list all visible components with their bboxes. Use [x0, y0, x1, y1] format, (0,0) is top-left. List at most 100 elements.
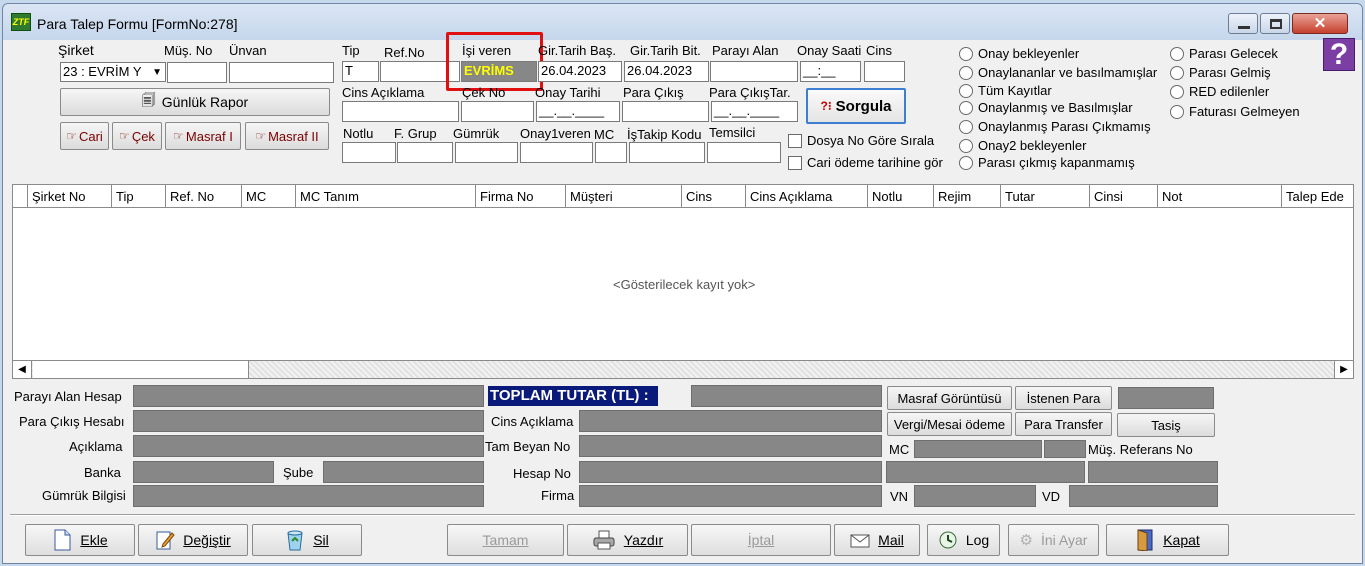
radio-parasi-gelecek[interactable]: Parası Gelecek — [1170, 46, 1278, 61]
parayi-alan-hesap-field — [133, 385, 484, 407]
para-cikis-input[interactable] — [622, 101, 709, 122]
cins-input[interactable] — [864, 61, 905, 82]
para-cikis-tar-value: __.__.____ — [714, 103, 780, 118]
radio-onay2-bekleyenler[interactable]: Onay2 bekleyenler — [959, 138, 1086, 153]
tasis-button[interactable]: Tasiş — [1117, 413, 1215, 437]
radio-onaylanmis-parasi-cikmamis[interactable]: Onaylanmış Parası Çıkmamış — [959, 119, 1151, 134]
vergi-mesai-button[interactable]: Vergi/Mesai ödeme — [887, 412, 1012, 436]
iptal-button[interactable]: İptal — [691, 524, 831, 556]
masraf1-button[interactable]: ☞ Masraf I — [165, 122, 241, 150]
col-ref-no[interactable]: Ref. No — [166, 185, 242, 207]
sirket-select[interactable]: 23 : EVRİM Y ▼ — [60, 62, 166, 82]
f-grup-input[interactable] — [397, 142, 453, 163]
para-cikis-hesabi-label: Para Çıkış Hesabı — [19, 414, 125, 429]
gir-tarih-bit-input[interactable]: 26.04.2023 — [624, 61, 709, 82]
firma-field — [579, 485, 882, 507]
onay-tarihi-input[interactable]: __.__.____ — [536, 101, 620, 122]
col-tutar[interactable]: Tutar — [1001, 185, 1090, 207]
mus-referans-field — [886, 461, 1085, 483]
tamam-button[interactable]: Tamam — [447, 524, 564, 556]
ref-no-label: Ref.No — [384, 45, 425, 60]
col-tip[interactable]: Tip — [112, 185, 166, 207]
radio-circle — [959, 65, 973, 80]
radio-circle — [959, 83, 973, 98]
col-cins-aciklama[interactable]: Cins Açıklama — [746, 185, 868, 207]
cek-no-input[interactable] — [461, 101, 534, 122]
close-button[interactable]: ✕ — [1292, 13, 1348, 34]
radio-onaylanmis-basilmis[interactable]: Onaylanmış ve Basılmışlar — [959, 100, 1133, 115]
horizontal-scrollbar[interactable]: ◀ ▶ — [12, 360, 1354, 379]
radio-faturasi-gelmeyen[interactable]: Faturası Gelmeyen — [1170, 104, 1300, 119]
unvan-label: Ünvan — [229, 43, 267, 58]
onay-saati-input[interactable]: __:__ — [800, 61, 861, 82]
kapat-button[interactable]: Kapat — [1106, 524, 1229, 556]
recycle-bin-icon — [287, 530, 303, 551]
gunluk-rapor-button[interactable]: 🗐 Günlük Rapor — [60, 88, 330, 116]
col-sirket-no[interactable]: Şirket No — [28, 185, 112, 207]
col-cinsi[interactable]: Cinsi — [1090, 185, 1158, 207]
cari-button[interactable]: ☞ Cari — [60, 122, 109, 150]
col-musteri[interactable]: Müşteri — [566, 185, 682, 207]
scroll-left-button[interactable]: ◀ — [13, 361, 32, 378]
ini-ayar-button[interactable]: ⚙ İni Ayar — [1008, 524, 1099, 556]
col-notlu[interactable]: Notlu — [868, 185, 934, 207]
tamam-label: Tamam — [482, 532, 529, 548]
radio-onaylananlar[interactable]: Onaylananlar ve basılmamışlar — [959, 65, 1169, 80]
unvan-input[interactable] — [229, 62, 334, 83]
onay1veren-input[interactable] — [520, 142, 593, 163]
mus-no-input[interactable] — [167, 62, 227, 83]
col-mc-tanim[interactable]: MC Tanım — [296, 185, 476, 207]
temsilci-input[interactable] — [707, 142, 781, 163]
cins-aciklama-input[interactable] — [342, 101, 459, 122]
minimize-button[interactable] — [1228, 13, 1258, 34]
degistir-label: Değiştir — [183, 532, 231, 548]
dosya-no-checkbox[interactable]: Dosya No Göre Sırala — [788, 133, 943, 148]
para-transfer-button[interactable]: Para Transfer — [1015, 412, 1112, 436]
mc-input[interactable] — [595, 142, 627, 163]
masraf-goruntusu-button[interactable]: Masraf Görüntüsü — [887, 386, 1012, 410]
notlu-input[interactable] — [342, 142, 396, 163]
iptal-label: İptal — [747, 532, 775, 548]
maximize-button[interactable] — [1260, 13, 1290, 34]
istenen-para-button[interactable]: İstenen Para — [1015, 386, 1112, 410]
radio-parasi-gelmis[interactable]: Parası Gelmiş — [1170, 65, 1271, 80]
report-icon: 🗐 — [141, 92, 156, 108]
col-mc[interactable]: MC — [242, 185, 296, 207]
col-cins[interactable]: Cins — [682, 185, 746, 207]
parayi-alan-input[interactable] — [710, 61, 798, 82]
radio-circle — [1170, 46, 1184, 61]
cek-button[interactable]: ☞ Çek — [112, 122, 162, 150]
scroll-thumb[interactable] — [33, 361, 249, 378]
cari-odeme-checkbox[interactable]: Cari ödeme tarihine gör — [788, 155, 956, 170]
radio-parasi-cikmis[interactable]: Parası çıkmış kapanmamış — [959, 155, 1135, 170]
scroll-right-button[interactable]: ▶ — [1334, 361, 1353, 378]
mc-detail-label: MC — [889, 442, 910, 457]
ekle-button[interactable]: Ekle — [25, 524, 135, 556]
radio-circle — [959, 119, 973, 134]
dosya-no-label: Dosya No Göre Sırala — [807, 133, 935, 148]
radio-onay-bekleyenler[interactable]: Onay bekleyenler — [959, 46, 1079, 61]
masraf2-button[interactable]: ☞ Masraf II — [245, 122, 329, 150]
radio-tum-kayitlar[interactable]: Tüm Kayıtlar — [959, 83, 1052, 98]
para-cikis-tar-input[interactable]: __.__.____ — [711, 101, 798, 122]
mail-button[interactable]: Mail — [834, 524, 920, 556]
istakip-input[interactable] — [629, 142, 705, 163]
col-rejim[interactable]: Rejim — [934, 185, 1001, 207]
col-not[interactable]: Not — [1158, 185, 1282, 207]
degistir-button[interactable]: Değiştir — [138, 524, 248, 556]
help-icon[interactable]: ? — [1323, 38, 1355, 71]
tip-input[interactable]: T — [342, 61, 379, 82]
gir-tarih-bas-input[interactable]: 26.04.2023 — [538, 61, 622, 82]
sube-field — [323, 461, 484, 483]
radio-label: Parası çıkmış kapanmamış — [978, 155, 1135, 170]
radio-red-edilenler[interactable]: RED edilenler — [1170, 84, 1269, 99]
tam-beyan-no-field — [579, 435, 882, 457]
col-firma-no[interactable]: Firma No — [476, 185, 566, 207]
sorgula-button[interactable]: ?⁝ Sorgula — [806, 88, 906, 124]
log-button[interactable]: Log — [927, 524, 1000, 556]
gunluk-rapor-label: Günlük Rapor — [161, 94, 249, 110]
sil-button[interactable]: Sil — [252, 524, 362, 556]
col-talep-eden[interactable]: Talep Ede — [1282, 185, 1353, 207]
gumruk-input[interactable] — [455, 142, 518, 163]
yazdir-button[interactable]: Yazdır — [567, 524, 688, 556]
